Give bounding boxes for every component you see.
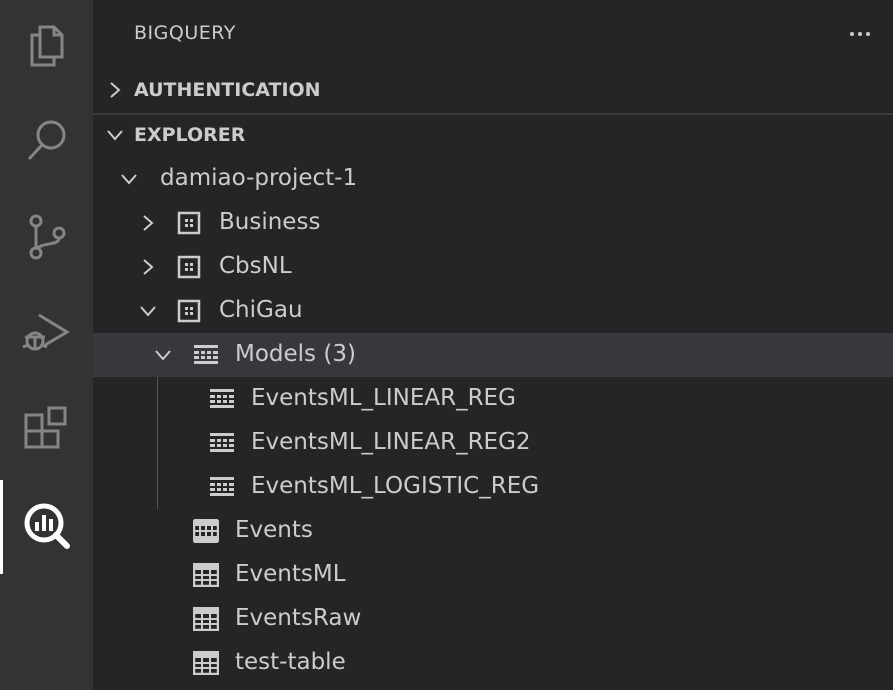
- tree-item-model[interactable]: EventsML_LINEAR_REG2: [93, 421, 893, 465]
- tree-item-model[interactable]: EventsML_LINEAR_REG: [93, 377, 893, 421]
- ellipsis-icon: [850, 32, 854, 36]
- table-icon: [193, 607, 219, 631]
- model-label: EventsML_LOGISTIC_REG: [251, 473, 540, 499]
- dataset-icon: [177, 211, 201, 235]
- section-authentication[interactable]: AUTHENTICATION: [93, 68, 893, 112]
- project-label: damiao-project-1: [160, 165, 358, 191]
- tree-item-table[interactable]: test-table: [93, 641, 893, 685]
- tree-item-dataset[interactable]: Business: [93, 201, 893, 245]
- chevron-down-icon: [121, 174, 137, 185]
- tree-item-dataset[interactable]: CbsNL: [93, 245, 893, 289]
- dataset-label: CbsNL: [219, 253, 292, 279]
- section-explorer[interactable]: EXPLORER: [93, 113, 893, 157]
- table-label: test-table: [235, 649, 346, 675]
- more-actions-button[interactable]: [845, 20, 875, 48]
- tree-item-table[interactable]: EventsRaw: [93, 597, 893, 641]
- sidebar-title: BIGQUERY: [134, 22, 236, 44]
- activity-bar: [0, 0, 93, 690]
- section-label: AUTHENTICATION: [134, 79, 321, 101]
- model-label: EventsML_LINEAR_REG2: [251, 429, 531, 455]
- dataset-label: Business: [219, 209, 321, 235]
- table-label: EventsRaw: [235, 605, 362, 631]
- explorer-icon[interactable]: [0, 2, 93, 90]
- models-folder-label: Models (3): [235, 341, 356, 367]
- search-icon[interactable]: [0, 97, 93, 185]
- model-icon: [210, 433, 234, 452]
- model-label: EventsML_LINEAR_REG: [251, 385, 516, 411]
- dataset-icon: [177, 299, 201, 323]
- section-label: EXPLORER: [134, 124, 246, 146]
- chevron-down-icon: [155, 350, 171, 361]
- tree-item-models-folder[interactable]: Models (3): [93, 333, 893, 377]
- tree-item-model[interactable]: EventsML_LOGISTIC_REG: [93, 465, 893, 509]
- chevron-right-icon: [110, 82, 121, 98]
- source-control-icon[interactable]: [0, 193, 93, 281]
- model-icon: [194, 345, 218, 364]
- sidebar: BIGQUERY AUTHENTICATION EXPLORER damiao-…: [93, 0, 893, 690]
- extensions-icon[interactable]: [0, 386, 93, 474]
- chevron-right-icon: [143, 215, 154, 231]
- tree-item-project[interactable]: damiao-project-1: [93, 157, 893, 201]
- table-label: Events: [235, 517, 313, 543]
- bigquery-icon[interactable]: [0, 482, 93, 570]
- tree-item-table[interactable]: Events: [93, 509, 893, 553]
- tree-item-dataset[interactable]: ChiGau: [93, 289, 893, 333]
- model-icon: [210, 389, 234, 408]
- model-icon: [210, 477, 234, 496]
- chevron-down-icon: [140, 306, 156, 317]
- tree-item-table[interactable]: EventsML: [93, 553, 893, 597]
- chevron-right-icon: [143, 259, 154, 275]
- run-debug-icon[interactable]: [0, 288, 93, 376]
- chevron-down-icon: [107, 130, 123, 141]
- partitioned-table-icon: [193, 519, 219, 543]
- table-label: EventsML: [235, 561, 346, 587]
- table-icon: [193, 651, 219, 675]
- dataset-icon: [177, 255, 201, 279]
- dataset-label: ChiGau: [219, 297, 303, 323]
- table-icon: [193, 563, 219, 587]
